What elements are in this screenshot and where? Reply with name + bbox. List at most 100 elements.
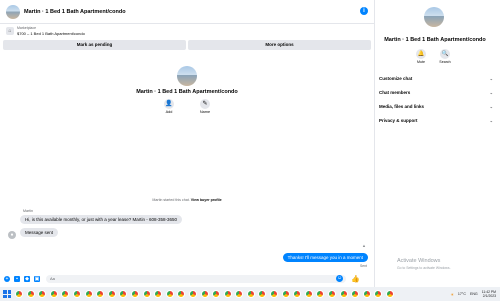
like-icon[interactable]: 👍: [351, 275, 360, 283]
chrome-window-icon[interactable]: [362, 290, 371, 298]
activation-title: Activate Windows: [397, 258, 441, 264]
chrome-window-icon[interactable]: [339, 290, 348, 298]
chrome-window-icon[interactable]: [119, 290, 128, 298]
emoji-icon[interactable]: ☺: [336, 275, 343, 282]
profile-name: Martin · 1 Bed 1 Bath Apartment/condo: [136, 89, 238, 95]
nickname-button[interactable]: ✎ Name: [193, 99, 217, 114]
listing-actions: Mark as pending More options: [3, 40, 371, 50]
section-label: Customize chat: [379, 76, 413, 81]
chevron-down-icon: ⌄: [489, 104, 493, 109]
message-input[interactable]: Aa: [46, 274, 346, 283]
add-button[interactable]: 👤 Add: [157, 99, 181, 114]
activation-watermark: Activate Windows Go to Settings to activ…: [397, 258, 451, 272]
details-name: Martin · 1 Bed 1 Bath Apartment/condo: [384, 37, 486, 43]
incoming-message[interactable]: Message sent: [20, 228, 59, 237]
taskbar-apps: [15, 290, 398, 298]
profile-actions: 👤 Add ✎ Name: [0, 99, 374, 114]
section-label: Privacy & support: [379, 118, 418, 123]
outgoing-message[interactable]: Thanks! I'll message you in a moment: [282, 253, 368, 262]
chrome-window-icon[interactable]: [49, 290, 58, 298]
mark-pending-button[interactable]: Mark as pending: [3, 40, 186, 50]
incoming-message[interactable]: Hi, is this available monthly, or just w…: [20, 215, 182, 224]
listing-avatar[interactable]: [6, 4, 20, 19]
more-options-button[interactable]: More options: [188, 40, 371, 50]
sticker-icon[interactable]: ◆: [24, 275, 30, 282]
chrome-window-icon[interactable]: [200, 290, 209, 298]
chrome-window-icon[interactable]: [246, 290, 255, 298]
chat-profile: Martin · 1 Bed 1 Bath Apartment/condo 👤 …: [0, 66, 374, 114]
messenger-app: Martin · 1 Bed 1 Bath Apartment/condo i …: [0, 0, 500, 301]
chrome-window-icon[interactable]: [165, 290, 174, 298]
language[interactable]: ENG: [470, 292, 478, 296]
system-tray: ☀ 17°C ENG 11:42 PM 2/1/2023: [450, 287, 496, 301]
chrome-window-icon[interactable]: [316, 290, 325, 298]
chrome-window-icon[interactable]: [281, 290, 290, 298]
chat-title[interactable]: Martin · 1 Bed 1 Bath Apartment/condo: [24, 9, 126, 15]
chrome-window-icon[interactable]: [386, 290, 394, 298]
chrome-window-icon[interactable]: [15, 290, 23, 298]
chat-header: Martin · 1 Bed 1 Bath Apartment/condo i: [0, 0, 374, 24]
gif-icon[interactable]: ▣: [34, 275, 40, 282]
started-text: Martin started this chat.: [152, 198, 190, 202]
chrome-window-icon[interactable]: [61, 290, 70, 298]
chrome-window-icon[interactable]: [142, 290, 151, 298]
chevron-down-icon: ⌄: [489, 76, 493, 81]
info-icon[interactable]: i: [360, 7, 368, 15]
image-icon[interactable]: ▪: [14, 275, 20, 282]
sent-status: Sent: [360, 264, 367, 268]
chevron-down-icon: ⌄: [489, 90, 493, 95]
chrome-window-icon[interactable]: [154, 290, 163, 298]
chat-started-note: Martin started this chat. View buyer pro…: [0, 198, 374, 202]
weather-icon[interactable]: ☀: [450, 292, 454, 297]
customize-chat-section[interactable]: Customize chat ⌄: [379, 76, 493, 81]
marketplace-icon: ⌂: [6, 27, 14, 35]
chrome-window-icon[interactable]: [235, 290, 244, 298]
privacy-support-section[interactable]: Privacy & support ⌄: [379, 118, 493, 123]
section-label: Media, files and links: [379, 104, 425, 109]
chrome-window-icon[interactable]: [107, 290, 116, 298]
clock-date: 2/1/2023: [482, 294, 496, 298]
chevron-down-icon: ⌄: [489, 118, 493, 123]
chrome-window-icon[interactable]: [304, 290, 313, 298]
chrome-window-icon[interactable]: [84, 290, 93, 298]
search-icon: 🔍: [440, 49, 450, 59]
chrome-window-icon[interactable]: [293, 290, 302, 298]
media-files-links-section[interactable]: Media, files and links ⌄: [379, 104, 493, 109]
listing-text: Marketplace $700 – 1 Bed 1 Bath Apartmen…: [17, 26, 85, 36]
taskbar: ☀ 17°C ENG 11:42 PM 2/1/2023: [0, 287, 500, 301]
chrome-window-icon[interactable]: [26, 290, 35, 298]
chrome-window-icon[interactable]: [212, 290, 221, 298]
add-person-icon: 👤: [164, 99, 174, 109]
mute-button[interactable]: 🔔 Mute: [413, 49, 429, 64]
chrome-window-icon[interactable]: [177, 290, 186, 298]
search-button[interactable]: 🔍 Search: [437, 49, 453, 64]
listing-banner[interactable]: ⌂ Marketplace $700 – 1 Bed 1 Bath Apartm…: [0, 24, 374, 38]
chrome-window-icon[interactable]: [38, 290, 47, 298]
chrome-window-icon[interactable]: [188, 290, 197, 298]
chrome-window-icon[interactable]: [374, 290, 383, 298]
view-buyer-profile-link[interactable]: View buyer profile: [191, 198, 222, 202]
bell-icon: 🔔: [416, 49, 426, 59]
chrome-window-icon[interactable]: [351, 290, 360, 298]
temperature[interactable]: 17°C: [458, 292, 466, 296]
clock[interactable]: 11:42 PM 2/1/2023: [482, 290, 496, 298]
chrome-window-icon[interactable]: [258, 290, 267, 298]
seen-icon: ▲: [362, 243, 366, 248]
sender-avatar: ●: [8, 231, 16, 239]
mute-label: Mute: [417, 60, 425, 64]
name-label: Name: [199, 110, 211, 114]
pencil-icon: ✎: [200, 99, 210, 109]
composer: + ▪ ◆ ▣ Aa ☺ 👍: [0, 272, 374, 285]
sender-name: Martin: [23, 209, 33, 213]
chat-members-section[interactable]: Chat members ⌄: [379, 90, 493, 95]
chrome-window-icon[interactable]: [96, 290, 105, 298]
chrome-window-icon[interactable]: [223, 290, 232, 298]
profile-avatar: [177, 66, 197, 86]
listing-summary: $700 – 1 Bed 1 Bath Apartment/condo: [17, 31, 85, 36]
plus-icon[interactable]: +: [4, 275, 10, 282]
windows-start-icon[interactable]: [3, 290, 11, 298]
chrome-window-icon[interactable]: [270, 290, 279, 298]
chrome-window-icon[interactable]: [328, 290, 337, 298]
chrome-window-icon[interactable]: [72, 290, 81, 298]
chrome-window-icon[interactable]: [130, 290, 139, 298]
